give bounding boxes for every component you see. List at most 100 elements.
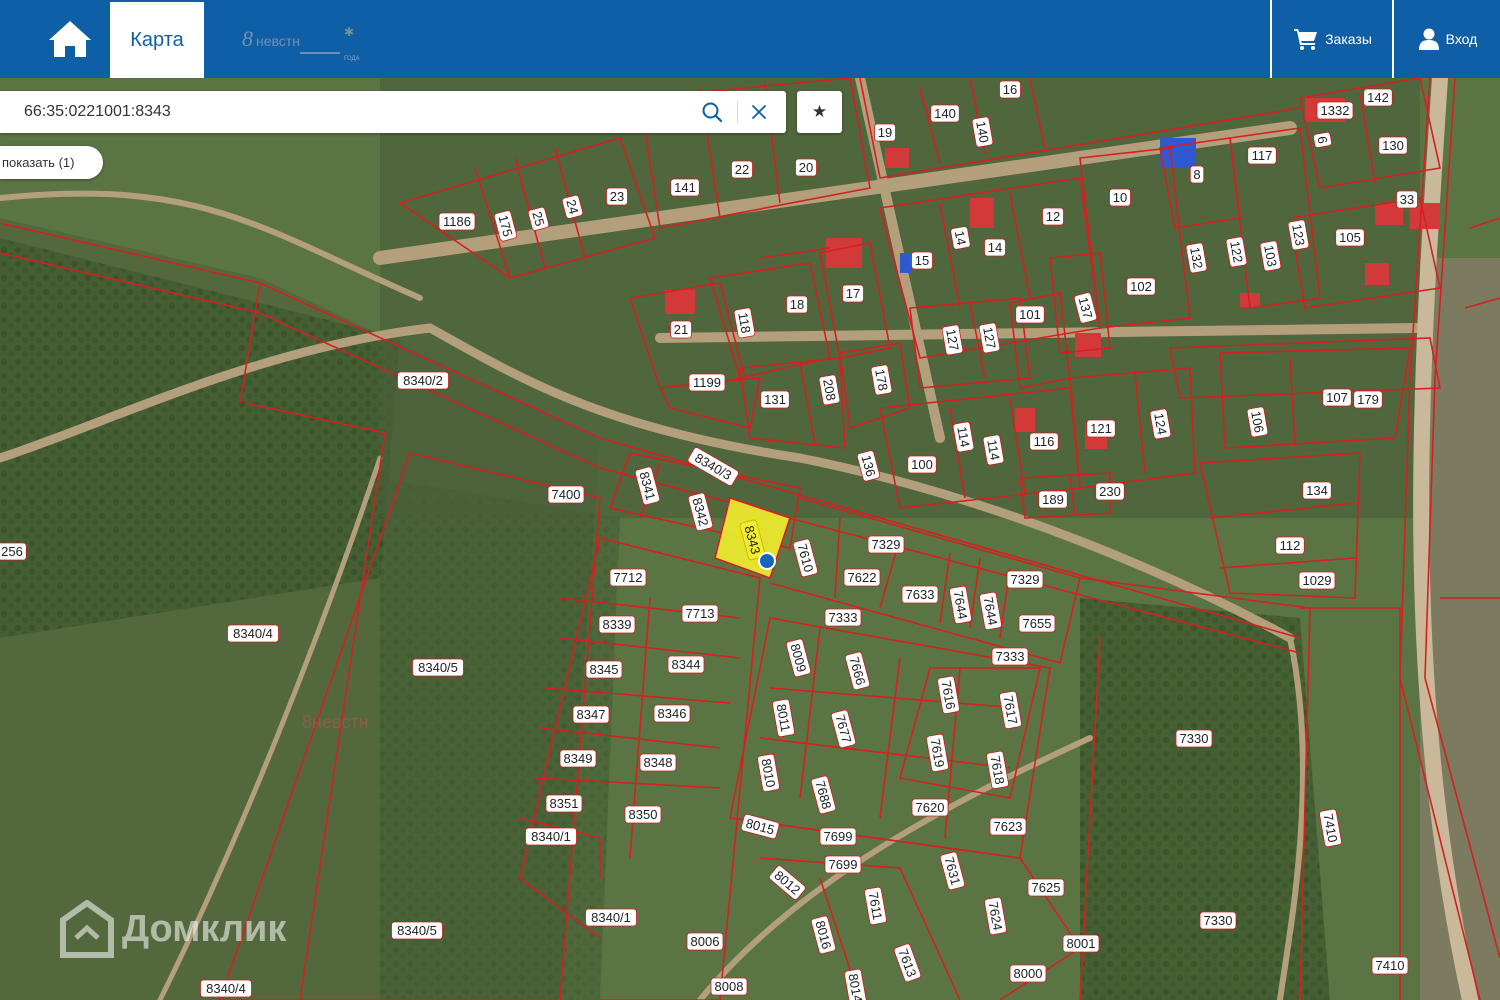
- parcel-label[interactable]: 8350: [624, 805, 662, 824]
- parcel-label[interactable]: 8340/2: [397, 371, 449, 390]
- parcel-label[interactable]: 8347: [572, 705, 610, 724]
- parcel-number: 130: [1382, 138, 1404, 153]
- login-button[interactable]: Вход: [1396, 0, 1500, 78]
- clear-search-button[interactable]: [745, 97, 773, 127]
- parcel-label[interactable]: 1332: [1316, 101, 1354, 120]
- parcel-label[interactable]: 1199: [688, 373, 726, 392]
- parcel-label[interactable]: 7625: [1027, 878, 1065, 897]
- parcel-number: 22: [735, 162, 749, 177]
- parcel-label[interactable]: 7622: [843, 568, 881, 587]
- parcel-label[interactable]: 15: [911, 251, 933, 270]
- parcel-label[interactable]: 8008: [710, 977, 748, 996]
- parcel-label[interactable]: 8348: [639, 753, 677, 772]
- parcel-label[interactable]: 19: [874, 123, 896, 142]
- parcel-label[interactable]: 6: [1313, 131, 1332, 148]
- parcel-label[interactable]: 7713: [681, 604, 719, 623]
- search-input[interactable]: [24, 91, 664, 133]
- parcel-label[interactable]: 230: [1095, 482, 1125, 501]
- parcel-label[interactable]: 7633: [901, 585, 939, 604]
- parcel-label[interactable]: 8339: [598, 615, 636, 634]
- parcel-label[interactable]: 140: [930, 104, 960, 123]
- parcel-label[interactable]: 116: [1029, 432, 1059, 451]
- parcel-label[interactable]: 8351: [545, 794, 583, 813]
- svg-text:ГОДА: ГОДА: [344, 56, 360, 62]
- parcel-label[interactable]: 22: [731, 160, 753, 179]
- parcel-label[interactable]: 7329: [1006, 570, 1044, 589]
- parcel-label[interactable]: 7330: [1199, 911, 1237, 930]
- parcel-label[interactable]: 105: [1335, 228, 1365, 247]
- parcel-number: 7330: [1204, 913, 1233, 928]
- orders-button[interactable]: Заказы: [1275, 0, 1391, 78]
- parcel-label[interactable]: 7333: [991, 647, 1029, 666]
- parcel-label[interactable]: 33: [1396, 190, 1418, 209]
- anniversary-logo: 8 невстн ✱ ГОДА: [242, 25, 360, 62]
- parcel-label[interactable]: 7699: [824, 855, 862, 874]
- parcel-label[interactable]: 1186: [438, 212, 476, 231]
- parcel-label[interactable]: 100: [907, 455, 937, 474]
- parcel-label[interactable]: 8006: [686, 932, 724, 951]
- parcel-label[interactable]: 7655: [1018, 614, 1056, 633]
- show-results-button[interactable]: показать (1): [0, 146, 103, 179]
- parcel-label[interactable]: 8340/1: [525, 827, 577, 846]
- parcel-label[interactable]: 179: [1353, 390, 1383, 409]
- parcel-label[interactable]: 8340/4: [227, 624, 279, 643]
- parcel-label[interactable]: 7620: [911, 798, 949, 817]
- parcel-number: 7655: [1023, 616, 1052, 631]
- parcel-label[interactable]: 256: [0, 542, 27, 561]
- parcel-label[interactable]: 189: [1038, 490, 1068, 509]
- parcel-label[interactable]: 8340/4: [200, 979, 252, 998]
- parcel-number: 7713: [686, 606, 715, 621]
- cart-icon: [1294, 29, 1318, 50]
- parcel-label[interactable]: 17: [842, 284, 864, 303]
- parcel-label[interactable]: 10: [1109, 188, 1131, 207]
- parcel-label[interactable]: 8340/5: [412, 658, 464, 677]
- parcel-label[interactable]: 7329: [867, 535, 905, 554]
- parcel-label[interactable]: 18: [786, 295, 808, 314]
- parcel-label[interactable]: 7699: [819, 827, 857, 846]
- parcel-number: 140: [934, 106, 956, 121]
- parcel-label[interactable]: 8345: [585, 660, 623, 679]
- parcel-label[interactable]: 101: [1015, 305, 1045, 324]
- parcel-label[interactable]: 14: [984, 238, 1006, 257]
- parcel-label[interactable]: 8346: [653, 704, 691, 723]
- parcel-label[interactable]: 21: [670, 320, 692, 339]
- parcel-label[interactable]: 130: [1378, 136, 1408, 155]
- search-button[interactable]: [697, 97, 727, 127]
- parcel-label[interactable]: 7333: [824, 608, 862, 627]
- parcel-label[interactable]: 7623: [989, 817, 1027, 836]
- parcel-label[interactable]: 142: [1363, 88, 1393, 107]
- parcel-label[interactable]: 8349: [559, 749, 597, 768]
- home-button[interactable]: [30, 14, 110, 64]
- parcel-number: 14: [988, 240, 1002, 255]
- favorite-button[interactable]: ★: [797, 91, 842, 133]
- parcel-label[interactable]: 8340/1: [585, 908, 637, 927]
- parcel-label[interactable]: 141: [670, 178, 700, 197]
- parcel-label[interactable]: 117: [1247, 146, 1277, 165]
- parcel-label[interactable]: 134: [1302, 481, 1332, 500]
- parcel-label[interactable]: 7410: [1371, 956, 1409, 975]
- location-marker[interactable]: [758, 552, 776, 570]
- satellite-map[interactable]: 1401619 14013321426 13011714122 201186 175 25…: [0, 78, 1500, 1000]
- parcel-label[interactable]: 107: [1322, 388, 1352, 407]
- parcel-label[interactable]: 112: [1275, 536, 1305, 555]
- parcel-label[interactable]: 8000: [1009, 964, 1047, 983]
- parcel-label[interactable]: 121: [1086, 419, 1116, 438]
- parcel-label[interactable]: 7712: [609, 568, 647, 587]
- parcel-number: 7333: [829, 610, 858, 625]
- parcel-label[interactable]: 102: [1126, 277, 1156, 296]
- parcel-label[interactable]: 14: [950, 226, 971, 250]
- parcel-label[interactable]: 16: [999, 80, 1021, 99]
- parcel-label[interactable]: 8001: [1062, 934, 1100, 953]
- tab-map[interactable]: Карта: [110, 2, 204, 78]
- parcel-label[interactable]: 7400: [547, 485, 585, 504]
- parcel-label[interactable]: 12: [1042, 207, 1064, 226]
- parcel-label[interactable]: 20: [795, 158, 817, 177]
- parcel-label[interactable]: 8340/5: [391, 921, 443, 940]
- parcel-label[interactable]: 131: [760, 390, 790, 409]
- parcel-label[interactable]: 8: [1189, 165, 1205, 184]
- parcel-label[interactable]: 23: [606, 187, 628, 206]
- parcel-label[interactable]: 8344: [667, 655, 705, 674]
- orders-label: Заказы: [1325, 31, 1372, 47]
- parcel-label[interactable]: 7330: [1175, 729, 1213, 748]
- parcel-label[interactable]: 1029: [1298, 571, 1336, 590]
